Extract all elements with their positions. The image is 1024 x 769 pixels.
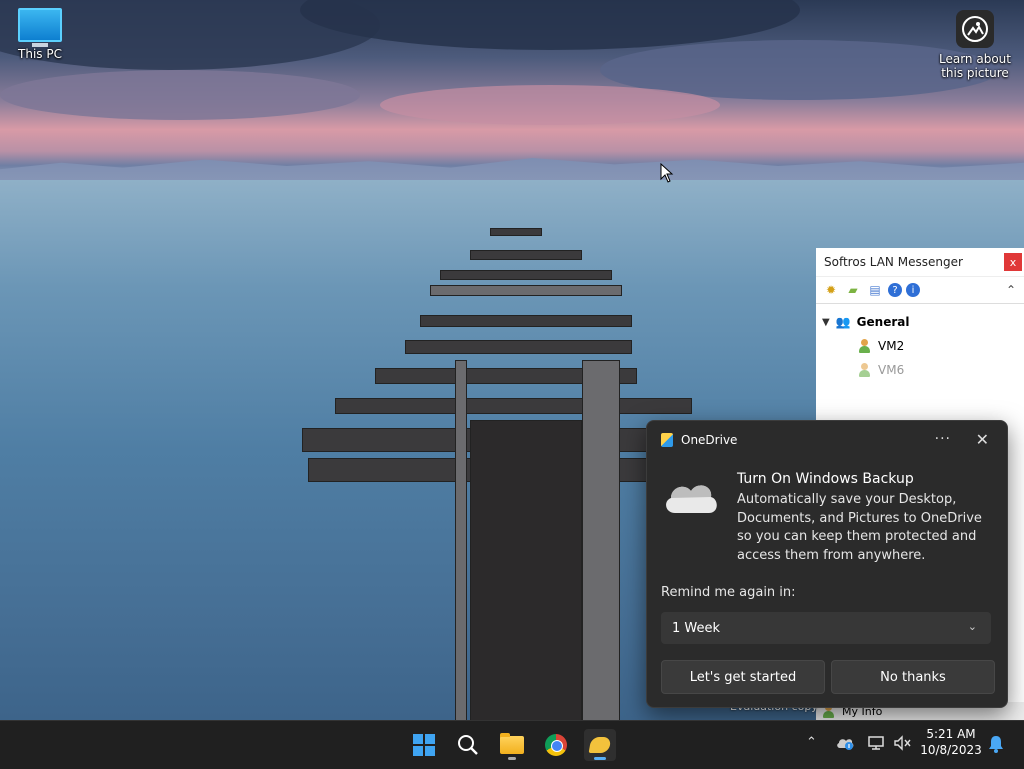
messenger-close-button[interactable]: x	[1004, 253, 1022, 271]
learn-label-line2: this picture	[941, 66, 1009, 80]
user-icon	[858, 363, 870, 377]
history-book-icon[interactable]: ▤	[866, 281, 884, 299]
running-indicator	[508, 757, 516, 760]
clock-time: 5:21 AM	[926, 727, 976, 741]
pier-rail	[582, 360, 620, 720]
user-name: VM6	[878, 363, 905, 377]
pier-plank	[335, 398, 692, 414]
user-row-vm6[interactable]: VM6	[822, 358, 1018, 382]
pier-plank	[420, 315, 632, 327]
softros-messenger-icon[interactable]	[584, 729, 616, 761]
toast-close-button[interactable]: ✕	[976, 430, 989, 449]
onedrive-icon	[661, 433, 673, 447]
open-folder-icon[interactable]: ▰	[844, 281, 862, 299]
remind-interval-select[interactable]: 1 Week ⌄	[661, 612, 991, 644]
windows-start-icon[interactable]	[408, 729, 440, 761]
chevron-up-icon[interactable]: ⌃	[806, 735, 817, 750]
messenger-title-bar[interactable]: Softros LAN Messenger	[816, 248, 1024, 277]
chrome-icon[interactable]	[540, 729, 572, 761]
camera-icon	[956, 10, 994, 48]
taskbar: ⌃	[0, 720, 1024, 769]
pier-plank	[405, 340, 632, 354]
file-explorer-icon[interactable]	[496, 729, 528, 761]
contact-tree: ▼ 👥 General VM2 VM6	[816, 304, 1024, 388]
chevron-down-icon: ⌄	[967, 620, 977, 633]
lets-get-started-button[interactable]: Let's get started	[661, 660, 825, 694]
chevron-down-icon[interactable]: ▼	[822, 317, 830, 328]
user-row-vm2[interactable]: VM2	[822, 334, 1018, 358]
pier-plank	[430, 285, 622, 296]
notification-bell-icon[interactable]	[988, 735, 1004, 753]
user-name: VM2	[878, 339, 905, 353]
learn-label-line1: Learn about	[939, 52, 1011, 66]
group-row-general[interactable]: ▼ 👥 General	[822, 310, 1018, 334]
messenger-title: Softros LAN Messenger	[824, 255, 963, 269]
settings-gear-icon[interactable]: ✹	[822, 281, 840, 299]
active-indicator	[594, 757, 606, 760]
taskbar-clock[interactable]: 5:21 AM 10/8/2023	[918, 726, 984, 758]
group-name: General	[856, 315, 910, 329]
remind-interval-value: 1 Week	[672, 620, 721, 636]
mountains	[0, 158, 1024, 182]
onedrive-notification: OneDrive ··· ✕ Turn On Windows Backup Au…	[646, 420, 1008, 708]
cloud	[380, 85, 720, 125]
search-icon[interactable]	[452, 729, 484, 761]
clock-date: 10/8/2023	[920, 743, 982, 757]
user-icon	[858, 339, 870, 353]
info-icon[interactable]: i	[906, 283, 920, 297]
this-pc-label: This PC	[18, 47, 62, 61]
pier-plank	[470, 250, 582, 260]
toast-app-name: OneDrive	[681, 433, 738, 447]
cloud-icon	[666, 485, 717, 513]
learn-about-picture-shortcut[interactable]: Learn about this picture	[936, 10, 1014, 80]
group-users-icon: 👥	[835, 315, 851, 329]
remind-label: Remind me again in:	[661, 585, 796, 600]
help-icon[interactable]: ?	[888, 283, 902, 297]
toast-title: Turn On Windows Backup	[737, 471, 914, 487]
this-pc-shortcut[interactable]: This PC	[12, 8, 68, 61]
network-icon[interactable]	[868, 735, 886, 751]
chevron-up-icon[interactable]: ⌃	[1002, 281, 1020, 299]
toast-body: Automatically save your Desktop, Documen…	[737, 492, 982, 563]
cloud	[0, 70, 360, 120]
pier-rail	[455, 360, 467, 720]
volume-muted-icon[interactable]	[894, 735, 912, 751]
pier-plank	[440, 270, 612, 280]
monitor-icon	[18, 8, 62, 42]
pier-plank	[490, 228, 542, 236]
messenger-toolbar: ✹ ▰ ▤ ? i ⌃	[816, 277, 1024, 304]
mouse-cursor-icon	[660, 163, 674, 183]
pier-walkway	[470, 420, 582, 720]
toast-header: OneDrive	[661, 433, 737, 447]
more-options-button[interactable]: ···	[935, 431, 951, 447]
onedrive-icon[interactable]	[836, 735, 854, 751]
no-thanks-button[interactable]: No thanks	[831, 660, 995, 694]
